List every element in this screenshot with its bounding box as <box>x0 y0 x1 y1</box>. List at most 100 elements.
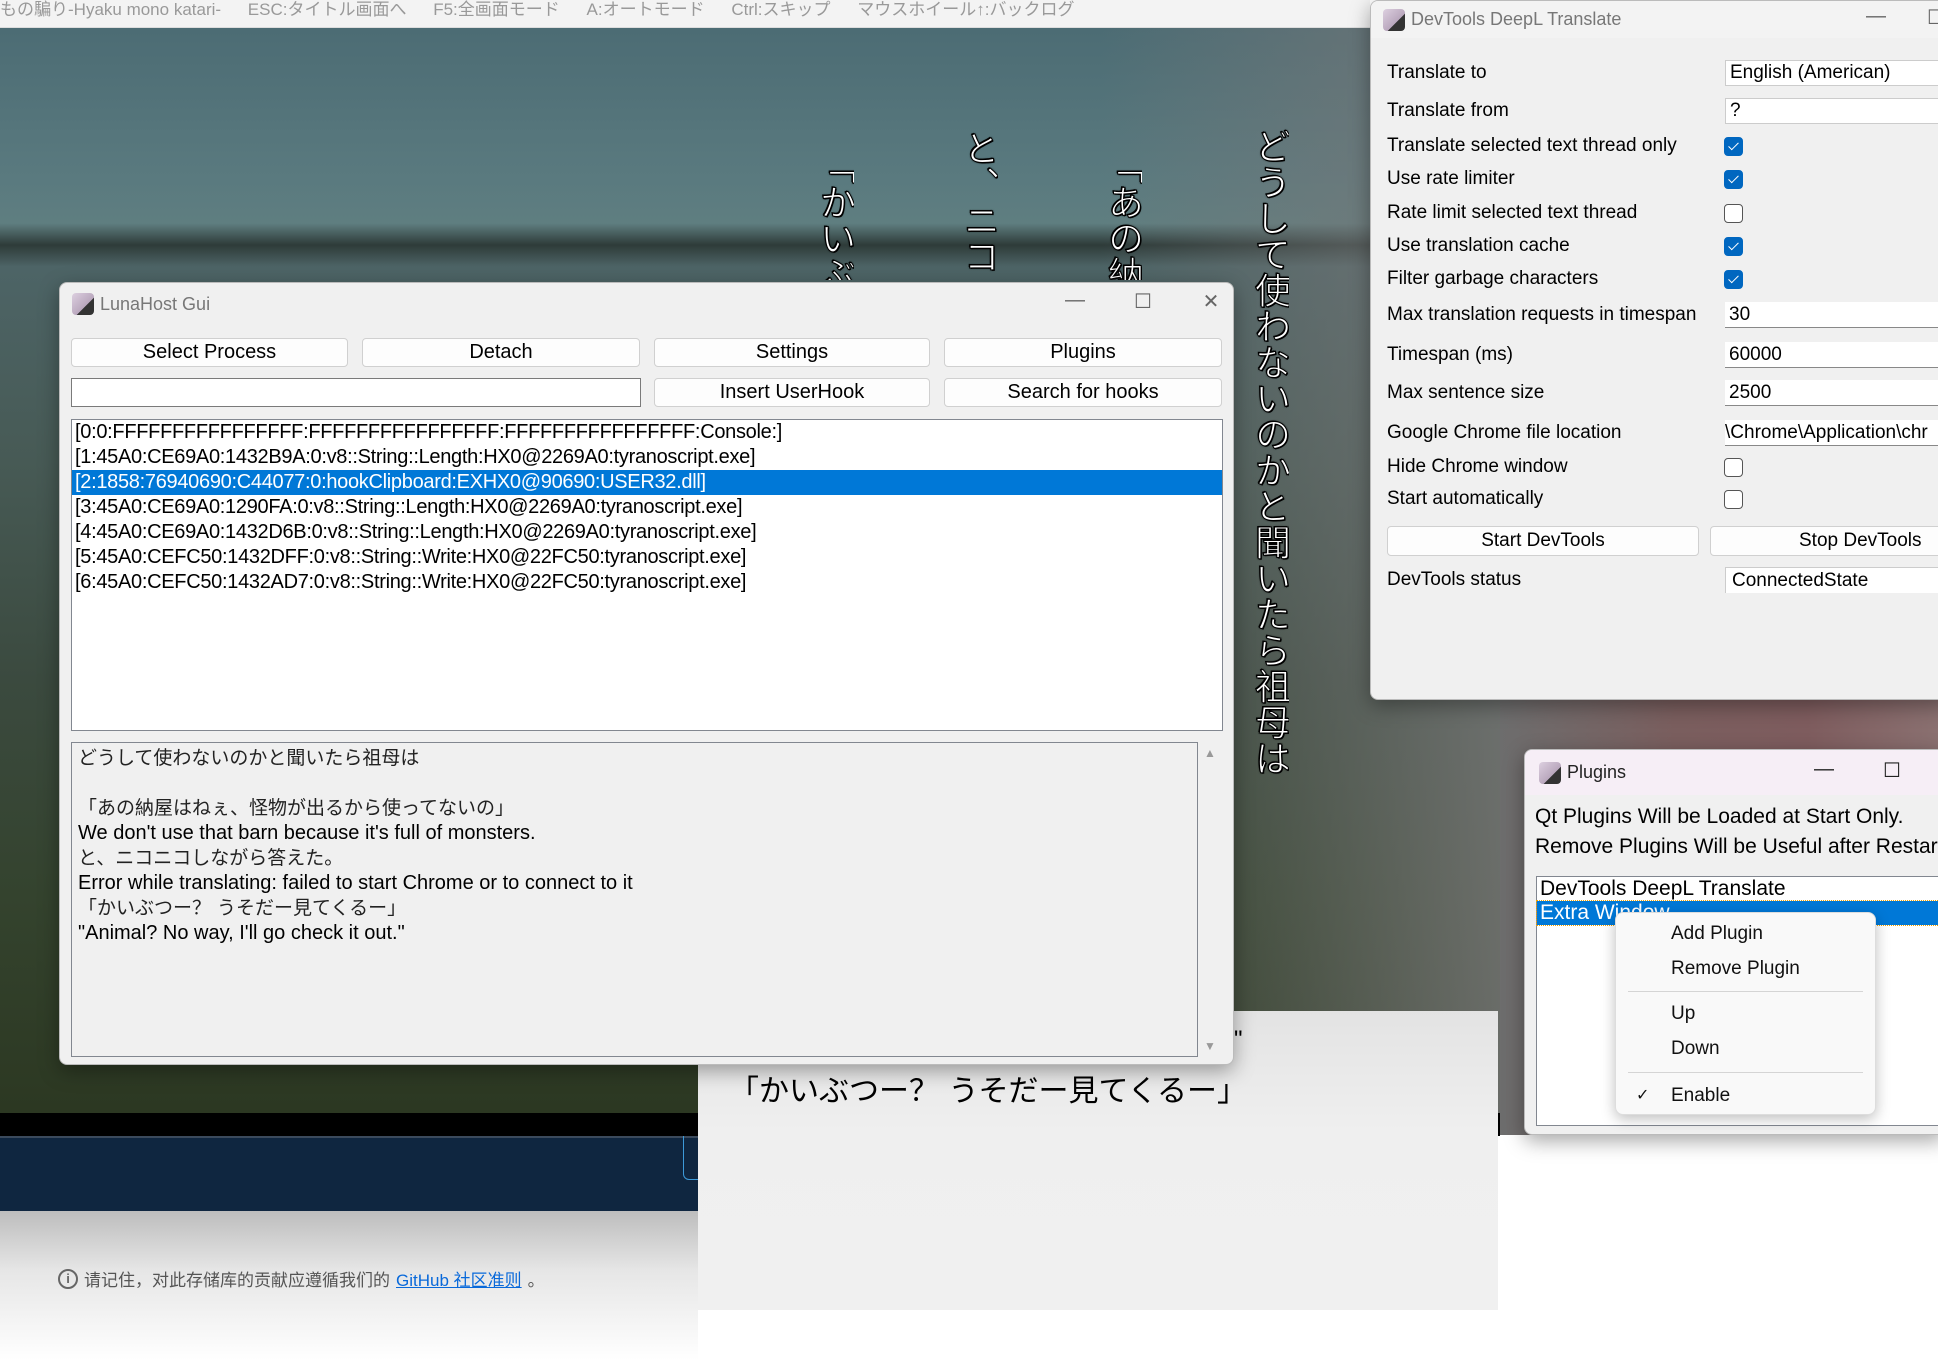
max-sentence-input[interactable]: 2500 <box>1725 380 1938 406</box>
start-auto-label: Start automatically <box>1387 488 1544 509</box>
timespan-input[interactable]: 60000 <box>1725 342 1938 368</box>
browser-banner <box>0 1136 698 1211</box>
menu-down[interactable]: Down <box>1616 1033 1875 1065</box>
window-title: Plugins <box>1567 762 1627 782</box>
insert-userhook-button[interactable]: Insert UserHook <box>654 378 930 407</box>
use-translation-cache-checkbox[interactable] <box>1724 237 1743 256</box>
hint-esc: ESC:タイトル画面へ <box>247 0 407 19</box>
thread-item[interactable]: [0:0:FFFFFFFFFFFFFFFF:FFFFFFFFFFFFFFFF:F… <box>72 420 1222 445</box>
translate-from-label: Translate from <box>1387 100 1509 121</box>
search-hooks-button[interactable]: Search for hooks <box>944 378 1222 407</box>
minimize-icon[interactable]: — <box>1861 5 1891 28</box>
menu-separator <box>1628 991 1863 992</box>
output-line: "Animal? No way, I'll go check it out." <box>78 922 405 944</box>
max-sentence-label: Max sentence size <box>1387 382 1545 403</box>
chrome-location-input[interactable]: \Chrome\Application\chr <box>1725 420 1938 446</box>
subtitle-quote-mark: " <box>1234 1026 1243 1053</box>
thread-item[interactable]: [1:45A0:CE69A0:1432B9A:0:v8::String::Len… <box>72 445 1222 470</box>
thread-item[interactable]: [3:45A0:CE69A0:1290FA:0:v8::String::Leng… <box>72 495 1222 520</box>
menu-separator <box>1628 1072 1863 1073</box>
output-line: どうして使わないのかと聞いたら祖母は <box>78 747 420 769</box>
thread-item[interactable]: [5:45A0:CEFC50:1432DFF:0:v8::String::Wri… <box>72 545 1222 570</box>
check-label: Use translation cache <box>1387 235 1570 256</box>
max-requests-input[interactable]: 30 <box>1725 302 1938 328</box>
rate-limit-selected-checkbox[interactable] <box>1724 204 1743 223</box>
hint-skip: Ctrl:スキップ <box>731 0 831 19</box>
maximize-icon[interactable]: ☐ <box>1128 289 1158 314</box>
game-vertical-text-2: 「あの納 <box>1102 148 1142 280</box>
menu-remove-plugin[interactable]: Remove Plugin <box>1616 953 1875 985</box>
text-output-scrollbar[interactable]: ▲ ▼ <box>1198 742 1223 1057</box>
maximize-icon[interactable]: ☐ <box>1877 758 1907 783</box>
filter-garbage-checkbox[interactable] <box>1724 270 1743 289</box>
output-line: Error while translating: failed to start… <box>78 872 633 894</box>
info-icon: i <box>58 1268 78 1289</box>
timespan-label: Timespan (ms) <box>1387 344 1513 365</box>
game-window-title: もの騙り-Hyaku mono katari- ESC:タイトル画面へ F5:全… <box>0 0 1370 28</box>
scroll-down-icon[interactable]: ▼ <box>1204 1039 1216 1053</box>
output-line: We don't use that barn because it's full… <box>78 822 536 844</box>
use-rate-limiter-checkbox[interactable] <box>1724 170 1743 189</box>
devtools-status-label: DevTools status <box>1387 569 1522 590</box>
output-line: 「かいぶつー？ うそだー見てくるー」 <box>78 897 407 919</box>
footer-notice: i 请记住，对此存储库的贡献应遵循我们的 GitHub 社区准则。 <box>58 1266 545 1291</box>
minimize-icon[interactable]: — <box>1060 289 1090 312</box>
lunahost-titlebar[interactable]: LunaHost Gui <box>60 283 1233 325</box>
plugins-button[interactable]: Plugins <box>944 338 1222 367</box>
window-title: DevTools DeepL Translate <box>1411 9 1622 29</box>
close-icon[interactable]: ✕ <box>1196 289 1226 314</box>
thread-item-selected[interactable]: [2:1858:76940690:C44077:0:hookClipboard:… <box>72 470 1222 495</box>
thread-item[interactable]: [6:45A0:CEFC50:1432AD7:0:v8::String::Wri… <box>72 570 1222 595</box>
hint-auto: A:オートモード <box>586 0 705 19</box>
devtools-titlebar[interactable]: DevTools DeepL Translate <box>1371 1 1938 38</box>
app-icon <box>1383 8 1405 31</box>
check-label: Filter garbage characters <box>1387 268 1599 289</box>
start-devtools-button[interactable]: Start DevTools <box>1387 526 1699 556</box>
thread-list[interactable]: [0:0:FFFFFFFFFFFFFFFF:FFFFFFFFFFFFFFFF:F… <box>71 419 1223 731</box>
plugins-message-2: Remove Plugins Will be Useful after Rest… <box>1535 835 1938 858</box>
hint-backlog: マウスホイール↑:バックログ <box>857 0 1075 19</box>
translate-selected-only-checkbox[interactable] <box>1724 137 1743 156</box>
app-icon <box>1539 761 1561 784</box>
translate-from-select[interactable]: ? <box>1725 98 1938 124</box>
translate-to-select[interactable]: English (American) <box>1725 60 1938 86</box>
max-requests-label: Max translation requests in timespan <box>1387 304 1697 325</box>
game-vertical-text-4: 「かいぶ <box>814 148 854 280</box>
detach-button[interactable]: Detach <box>362 338 640 367</box>
check-label: Translate selected text thread only <box>1387 135 1677 156</box>
settings-button[interactable]: Settings <box>654 338 930 367</box>
output-line: 「あの納屋はねぇ、怪物が出るから使ってないの」 <box>78 797 515 819</box>
hide-chrome-label: Hide Chrome window <box>1387 456 1568 477</box>
subtitle-line: 「かいぶつー？ うそだー見てくるー」 <box>729 1074 1248 1109</box>
start-automatically-checkbox[interactable] <box>1724 490 1743 509</box>
menu-enable-label: Enable <box>1671 1085 1731 1106</box>
hide-chrome-checkbox[interactable] <box>1724 458 1743 477</box>
maximize-icon[interactable]: ☐ <box>1921 5 1938 30</box>
stop-devtools-button[interactable]: Stop DevTools <box>1710 526 1938 556</box>
menu-up[interactable]: Up <box>1616 998 1875 1030</box>
chrome-location-label: Google Chrome file location <box>1387 422 1622 443</box>
community-guidelines-link[interactable]: GitHub 社区准则 <box>396 1266 522 1291</box>
thread-item[interactable]: [4:45A0:CE69A0:1432D6B:0:v8::String::Len… <box>72 520 1222 545</box>
footer-suffix: 。 <box>527 1271 545 1290</box>
game-vertical-text-1: どうして使わないのかと聞いたら祖母は <box>1249 128 1289 777</box>
game-vertical-text-3: と、ニコ <box>958 130 998 275</box>
checkmark-icon: ✓ <box>1636 1087 1650 1104</box>
lunahost-window: LunaHost Gui — ☐ ✕ Select Process Detach… <box>59 282 1234 1065</box>
minimize-icon[interactable]: — <box>1809 758 1839 781</box>
translate-to-label: Translate to <box>1387 62 1487 83</box>
plugin-item[interactable]: DevTools DeepL Translate <box>1537 877 1938 901</box>
text-output[interactable]: どうして使わないのかと聞いたら祖母は 「あの納屋はねぇ、怪物が出るから使ってない… <box>71 742 1198 1057</box>
menu-add-plugin[interactable]: Add Plugin <box>1616 918 1875 950</box>
plugins-message-1: Qt Plugins Will be Loaded at Start Only. <box>1535 805 1904 828</box>
scroll-up-icon[interactable]: ▲ <box>1204 746 1216 760</box>
select-process-button[interactable]: Select Process <box>71 338 348 367</box>
check-label: Use rate limiter <box>1387 168 1515 189</box>
menu-enable[interactable]: ✓ Enable <box>1616 1080 1875 1112</box>
hook-code-input[interactable] <box>71 378 641 407</box>
hint-f5: F5:全画面モード <box>433 0 560 19</box>
devtools-status-value: ConnectedState <box>1725 567 1938 593</box>
game-title: もの騙り-Hyaku mono katari- <box>0 0 222 19</box>
app-icon <box>72 293 94 315</box>
